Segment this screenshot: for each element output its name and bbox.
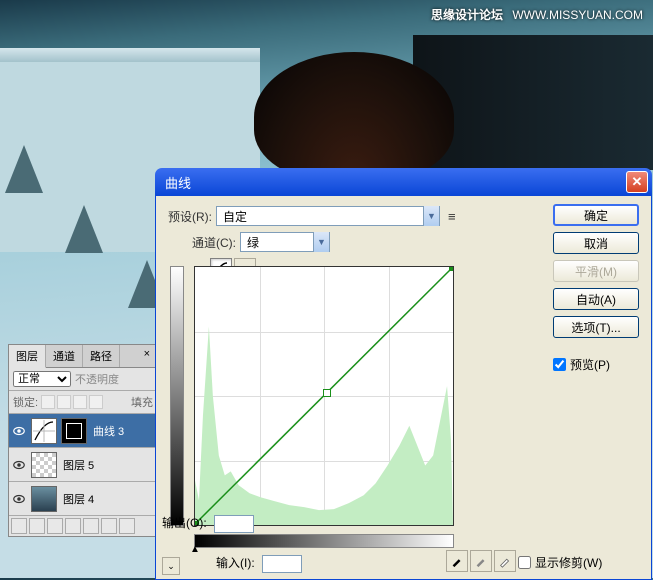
- layer-name: 图层 4: [63, 491, 94, 507]
- blend-mode-select[interactable]: 正常: [13, 371, 71, 387]
- tab-layers[interactable]: 图层: [9, 345, 46, 368]
- output-field: 输出(O):: [162, 514, 254, 533]
- gray-point-eyedropper-icon[interactable]: [470, 550, 492, 572]
- preset-combo[interactable]: 自定 ▼: [216, 206, 440, 226]
- panel-close-icon[interactable]: ×: [120, 345, 157, 367]
- lock-icons: [41, 395, 103, 409]
- close-button[interactable]: ✕: [626, 171, 648, 193]
- input-field: 输入(I):: [216, 554, 302, 573]
- dialog-body: 预设(R): 自定 ▼ ≡ 通道(C): 绿 ▼ 确定 取消 平滑(M): [155, 196, 652, 580]
- link-layers-icon[interactable]: [11, 518, 27, 534]
- tab-channels[interactable]: 通道: [46, 345, 83, 367]
- lock-all-icon[interactable]: [89, 395, 103, 409]
- new-layer-icon[interactable]: [101, 518, 117, 534]
- show-clipping-input[interactable]: [518, 556, 531, 569]
- adjustment-icon[interactable]: [65, 518, 81, 534]
- lock-row: 锁定: 填充: [9, 391, 157, 414]
- cancel-button[interactable]: 取消: [553, 232, 639, 254]
- channel-label: 通道(C):: [192, 234, 236, 251]
- curve-handle[interactable]: [449, 266, 454, 271]
- opacity-label: 不透明度: [75, 371, 119, 387]
- channel-combo[interactable]: 绿 ▼: [240, 232, 330, 252]
- input-gradient: [194, 534, 454, 548]
- curves-dialog: 曲线 ✕ 预设(R): 自定 ▼ ≡ 通道(C): 绿 ▼: [155, 168, 652, 580]
- mask-icon[interactable]: [47, 518, 63, 534]
- smooth-button[interactable]: 平滑(M): [553, 260, 639, 282]
- input-label: 输入(I):: [216, 556, 255, 570]
- lock-position-icon[interactable]: [73, 395, 87, 409]
- white-point-eyedropper-icon[interactable]: [494, 550, 516, 572]
- layer-item[interactable]: 图层 5: [9, 448, 157, 482]
- eyedropper-tools: [446, 550, 516, 572]
- curve-area: [170, 266, 454, 526]
- channel-value: 绿: [241, 234, 265, 251]
- curve-grid[interactable]: [194, 266, 454, 526]
- output-input[interactable]: [214, 515, 254, 533]
- fx-icon[interactable]: [29, 518, 45, 534]
- black-point-eyedropper-icon[interactable]: [446, 550, 468, 572]
- chevron-down-icon: ▼: [313, 232, 329, 252]
- chevron-down-icon: ▼: [423, 206, 439, 226]
- bg-hair: [254, 52, 454, 182]
- preview-checkbox-input[interactable]: [553, 358, 566, 371]
- show-clipping-label: 显示修剪(W): [535, 554, 602, 571]
- visibility-toggle-icon[interactable]: [9, 492, 29, 506]
- input-input[interactable]: [262, 555, 302, 573]
- delete-layer-icon[interactable]: [119, 518, 135, 534]
- group-icon[interactable]: [83, 518, 99, 534]
- output-gradient: [170, 266, 184, 526]
- layers-panel-tabs: 图层 通道 路径 ×: [9, 345, 157, 368]
- preset-menu-icon[interactable]: ≡: [448, 209, 456, 224]
- preset-label: 预设(R):: [168, 208, 212, 225]
- preview-checkbox[interactable]: 预览(P): [553, 356, 639, 373]
- layer-name: 曲线 3: [93, 423, 124, 439]
- dialog-titlebar[interactable]: 曲线 ✕: [155, 168, 652, 196]
- lock-label: 锁定:: [13, 394, 38, 410]
- fill-label: 填充: [131, 394, 153, 410]
- layers-panel: 图层 通道 路径 × 正常 不透明度 锁定: 填充 曲线 3 图层 5 图层 4: [8, 344, 158, 537]
- layer-name: 图层 5: [63, 457, 94, 473]
- expand-toggle-icon[interactable]: ⌄: [162, 557, 180, 575]
- black-point-slider[interactable]: ▲: [190, 544, 200, 555]
- preset-value: 自定: [217, 208, 253, 225]
- output-label: 输出(O):: [162, 516, 207, 530]
- preview-label: 预览(P): [570, 356, 610, 373]
- curve-handle[interactable]: [323, 389, 331, 397]
- lock-transparency-icon[interactable]: [41, 395, 55, 409]
- adjustment-thumb: [31, 418, 57, 444]
- show-clipping-checkbox[interactable]: 显示修剪(W): [518, 554, 602, 571]
- layer-thumb: [31, 452, 57, 478]
- blend-mode-row: 正常 不透明度: [9, 368, 157, 391]
- lock-pixels-icon[interactable]: [57, 395, 71, 409]
- visibility-toggle-icon[interactable]: [9, 458, 29, 472]
- auto-button[interactable]: 自动(A): [553, 288, 639, 310]
- layer-mask-thumb: [61, 418, 87, 444]
- dialog-buttons: 确定 取消 平滑(M) 自动(A) 选项(T)... 预览(P): [553, 204, 639, 373]
- layer-thumb: [31, 486, 57, 512]
- visibility-toggle-icon[interactable]: [9, 424, 29, 438]
- layer-item[interactable]: 曲线 3: [9, 414, 157, 448]
- options-button[interactable]: 选项(T)...: [553, 316, 639, 338]
- dialog-title: 曲线: [165, 173, 191, 192]
- layers-panel-footer: [9, 516, 157, 536]
- watermark-top: 思缘设计论坛 WWW.MISSYUAN.COM: [431, 6, 643, 23]
- tab-paths[interactable]: 路径: [83, 345, 120, 367]
- ok-button[interactable]: 确定: [553, 204, 639, 226]
- layer-item[interactable]: 图层 4: [9, 482, 157, 516]
